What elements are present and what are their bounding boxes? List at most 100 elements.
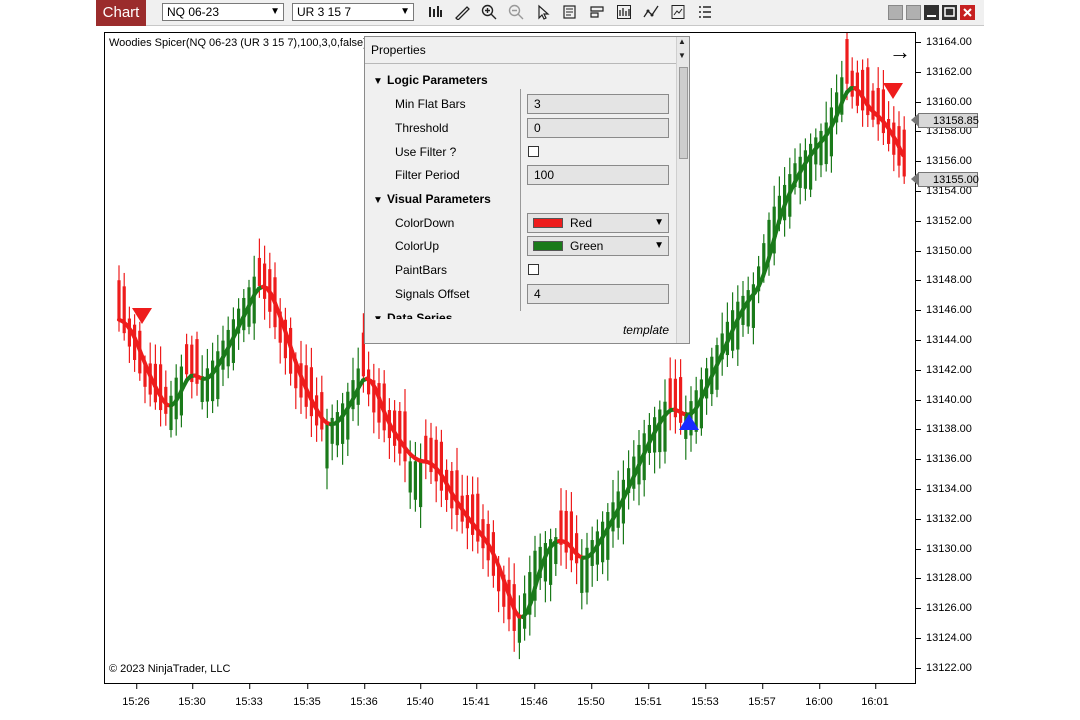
- filter-period-label: Filter Period: [395, 168, 460, 182]
- time-axis[interactable]: 15:26 15:30 15:33 15:35 15:36 15:40 15:41 15:46…: [104, 684, 916, 720]
- price-bar: [881, 89, 885, 134]
- use-filter-label: Use Filter ?: [395, 145, 457, 159]
- price-tick-label: 13136.00: [916, 453, 972, 466]
- scroll-up-icon[interactable]: ▲: [678, 37, 686, 46]
- zoom-in-icon[interactable]: [480, 4, 498, 22]
- bar-type-selector[interactable]: UR 3 15 7 ▼: [292, 3, 414, 21]
- price-bar: [575, 533, 579, 564]
- price-bar: [159, 364, 163, 411]
- price-tick-label: 13150.00: [916, 244, 972, 257]
- time-tick-label: 15:36: [350, 684, 378, 708]
- price-tick-label: 13148.00: [916, 274, 972, 287]
- price-tick-label: 13146.00: [916, 304, 972, 317]
- price-bar: [606, 512, 610, 560]
- strategies-icon[interactable]: [669, 4, 687, 22]
- price-tick-label: 13124.00: [916, 632, 972, 644]
- price-tick-label: 13138.00: [916, 423, 972, 436]
- tile-icon[interactable]: [906, 5, 921, 20]
- threshold-field[interactable]: 0: [527, 118, 669, 138]
- price-bar: [216, 351, 220, 400]
- price-tick-label: 13122.00: [916, 661, 972, 674]
- chart-toolbar: Chart NQ 06-23 ▼ UR 3 15 7 ▼: [96, 0, 984, 26]
- price-bar: [205, 368, 209, 402]
- scroll-down-icon[interactable]: ▼: [678, 51, 686, 60]
- collapse-triangle-icon[interactable]: ▼: [373, 76, 387, 87]
- time-tick-label: 15:35: [293, 684, 321, 708]
- price-tick-label: 13126.00: [916, 602, 972, 615]
- paint-bars-label: PaintBars: [395, 263, 448, 277]
- threshold-label: Threshold: [395, 121, 449, 135]
- zoom-out-icon[interactable]: [507, 4, 525, 22]
- bars-type-icon[interactable]: [426, 4, 444, 22]
- draw-icon[interactable]: [453, 4, 471, 22]
- price-bar: [117, 280, 121, 320]
- paint-bars-checkbox[interactable]: [528, 264, 539, 275]
- color-up-label: ColorUp: [395, 239, 440, 253]
- price-bar: [465, 495, 469, 529]
- properties-scrollbar[interactable]: ▲ ▼: [676, 37, 689, 343]
- template-link[interactable]: template: [623, 323, 669, 337]
- maximize-icon[interactable]: [942, 5, 957, 20]
- price-bar: [569, 511, 573, 561]
- properties-panel[interactable]: Properties ▲ ▼ ▼ Logic Parameters Min Fla…: [364, 36, 690, 344]
- time-tick-label: 15:53: [691, 684, 719, 708]
- price-tick-label: 13152.00: [916, 214, 972, 227]
- close-icon[interactable]: [960, 5, 975, 20]
- time-tick-label: 15:46: [520, 684, 548, 708]
- divider: [520, 89, 521, 311]
- time-tick-label: 15:50: [577, 684, 605, 708]
- chevron-down-icon: ▼: [654, 217, 664, 228]
- price-bar: [320, 392, 324, 430]
- price-tick-label: 13164.00: [916, 36, 972, 48]
- arrow-right-icon[interactable]: →: [889, 39, 911, 65]
- properties-icon[interactable]: [696, 4, 714, 22]
- price-tick-label: 13144.00: [916, 334, 972, 346]
- section-data-series[interactable]: ▼Data Series: [373, 311, 452, 319]
- instrument-selector[interactable]: NQ 06-23 ▼: [162, 3, 284, 21]
- price-tick-label: 13132.00: [916, 512, 972, 525]
- min-flat-bars-field[interactable]: 3: [527, 94, 669, 114]
- color-swatch: [533, 241, 563, 251]
- collapse-triangle-icon[interactable]: ▼: [373, 195, 387, 206]
- indicators-icon[interactable]: [642, 4, 660, 22]
- price-bar: [403, 411, 407, 462]
- price-bar: [257, 257, 261, 286]
- color-up-select[interactable]: Green ▼: [527, 236, 669, 256]
- price-bar: [471, 494, 475, 535]
- use-filter-checkbox[interactable]: [528, 146, 539, 157]
- time-tick-label: 16:01: [861, 684, 889, 708]
- price-bar: [408, 461, 412, 493]
- section-visual-parameters[interactable]: ▼ Visual Parameters: [373, 192, 491, 206]
- scroll-thumb[interactable]: [679, 67, 688, 159]
- chevron-down-icon: ▼: [270, 6, 280, 17]
- chart-trader-icon[interactable]: [615, 4, 633, 22]
- indicator-label[interactable]: Woodies Spicer(NQ 06-23 (UR 3 15 7),100,…: [109, 37, 367, 49]
- price-axis[interactable]: 13164.00 13162.00 13160.00 13158.00 13156.00…: [911, 32, 984, 684]
- price-bar: [169, 395, 173, 431]
- price-bar: [309, 367, 313, 417]
- price-bar: [424, 435, 428, 463]
- price-bar: [413, 461, 417, 500]
- pointer-icon[interactable]: [534, 4, 552, 22]
- time-tick-label: 15:30: [178, 684, 206, 708]
- color-down-label: ColorDown: [395, 216, 455, 230]
- price-bar: [580, 555, 584, 593]
- price-bar: [434, 439, 438, 482]
- color-down-select[interactable]: Red ▼: [527, 213, 669, 233]
- signals-offset-field[interactable]: 4: [527, 284, 669, 304]
- section-logic-parameters[interactable]: ▼ Logic Parameters: [373, 73, 488, 87]
- templates-icon[interactable]: [588, 4, 606, 22]
- price-bar: [325, 423, 329, 469]
- filter-period-field[interactable]: 100: [527, 165, 669, 185]
- price-bar: [871, 90, 875, 120]
- color-down-value: Red: [570, 216, 593, 230]
- restore-tile-icon[interactable]: [888, 5, 903, 20]
- time-tick-label: 15:33: [235, 684, 263, 708]
- minimize-icon[interactable]: [924, 5, 939, 20]
- data-box-icon[interactable]: [561, 4, 579, 22]
- collapse-triangle-icon[interactable]: ▼: [373, 314, 387, 319]
- chart-tab[interactable]: Chart: [96, 0, 146, 26]
- price-tick-label: 13134.00: [916, 483, 972, 495]
- color-up-value: Green: [570, 239, 604, 253]
- price-bar: [330, 417, 334, 444]
